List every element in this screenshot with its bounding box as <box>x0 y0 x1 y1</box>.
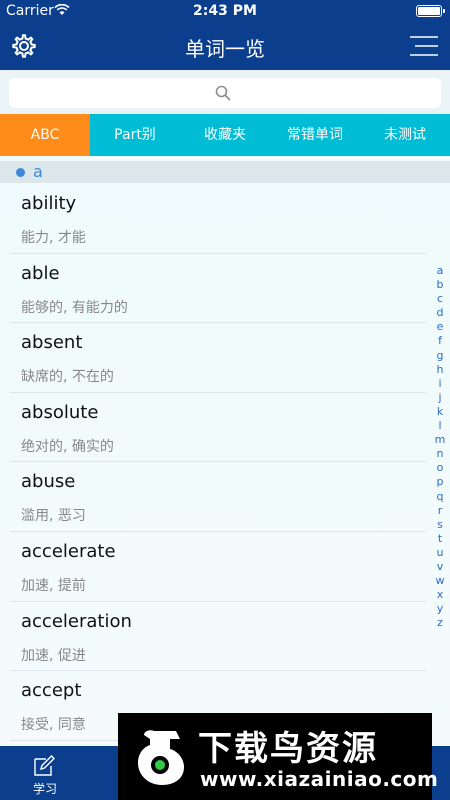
list-item[interactable]: able 能够的, 有能力的 <box>0 254 450 324</box>
index-letter-g[interactable]: g <box>437 349 444 363</box>
index-letter-i[interactable]: i <box>438 377 441 391</box>
word-text: acceleration <box>21 610 132 632</box>
word-meaning: 能够的, 有能力的 <box>21 299 128 316</box>
index-letter-m[interactable]: m <box>435 433 446 447</box>
page-title: 单词一览 <box>185 37 265 61</box>
word-text: absolute <box>21 401 99 423</box>
menu-icon[interactable] <box>410 34 438 58</box>
index-letter-y[interactable]: y <box>437 602 444 616</box>
index-letter-k[interactable]: k <box>437 405 443 419</box>
index-letter-h[interactable]: h <box>437 363 444 377</box>
index-letter-l[interactable]: l <box>438 419 441 433</box>
tab-part[interactable]: Part别 <box>90 114 180 156</box>
word-meaning: 能力, 才能 <box>21 230 86 246</box>
tab-abc[interactable]: ABC <box>0 114 90 156</box>
word-text: able <box>21 262 60 284</box>
index-letter-d[interactable]: d <box>437 306 444 320</box>
index-letter-o[interactable]: o <box>437 461 444 475</box>
word-text: absent <box>21 332 83 354</box>
watermark: 下载鸟资源 www.xiazainiao.com <box>118 713 438 800</box>
nav-bar: 单词一览 <box>0 22 450 70</box>
tab-frequent-errors[interactable]: 常错单词 <box>270 114 360 156</box>
word-list: ability 能力, 才能 able 能够的, 有能力的 absent 缺席的… <box>0 184 450 746</box>
index-letter-v[interactable]: v <box>437 560 444 574</box>
index-letter-u[interactable]: u <box>437 546 444 560</box>
word-meaning: 缺席的, 不在的 <box>21 369 114 386</box>
index-letter-p[interactable]: p <box>437 475 444 489</box>
index-letter-j[interactable]: j <box>438 391 441 405</box>
index-letter-f[interactable]: f <box>438 334 442 348</box>
word-text: ability <box>21 193 77 214</box>
word-meaning: 滥用, 恶习 <box>21 508 86 525</box>
filter-tabs: ABC Part别 收藏夹 常错单词 未测试 <box>0 114 450 156</box>
watermark-site: www.xiazainiao.com <box>200 767 439 791</box>
alphabet-index[interactable]: a b c d e f g h i j k l m n o p q r s t … <box>433 264 447 630</box>
word-text: accelerate <box>21 540 116 562</box>
search-input[interactable] <box>9 78 441 108</box>
tab-study[interactable]: 学习 <box>0 746 90 800</box>
word-meaning: 绝对的, 确实的 <box>21 438 114 455</box>
index-letter-s[interactable]: s <box>437 518 443 532</box>
search-area <box>0 70 450 114</box>
index-letter-t[interactable]: t <box>438 532 442 546</box>
tab-favorites[interactable]: 收藏夹 <box>180 114 270 156</box>
word-meaning: 加速, 促进 <box>21 647 86 664</box>
section-dot <box>16 168 25 177</box>
status-bar: Carrier 2:43 PM <box>0 0 450 22</box>
index-letter-a[interactable]: a <box>437 264 444 278</box>
index-letter-q[interactable]: q <box>437 490 444 504</box>
battery-icon <box>416 5 445 17</box>
list-item[interactable]: accelerate 加速, 提前 <box>0 532 450 602</box>
index-letter-c[interactable]: c <box>437 292 443 306</box>
section-letter: a <box>33 162 43 181</box>
index-letter-n[interactable]: n <box>437 447 444 461</box>
word-text: accept <box>21 680 82 702</box>
watermark-brand: 下载鸟资源 <box>198 729 378 769</box>
clock: 2:43 PM <box>193 3 257 19</box>
index-letter-w[interactable]: w <box>436 574 445 588</box>
list-item[interactable]: ability 能力, 才能 <box>0 184 450 254</box>
pencil-icon <box>34 755 55 776</box>
list-item[interactable]: abuse 滥用, 恶习 <box>0 462 450 532</box>
word-meaning: 接受, 同意 <box>21 717 86 734</box>
word-text: abuse <box>21 471 76 493</box>
index-letter-e[interactable]: e <box>437 320 444 334</box>
list-item[interactable]: absolute 绝对的, 确实的 <box>0 393 450 463</box>
bird-logo-icon <box>138 730 184 785</box>
search-icon <box>215 85 231 101</box>
index-letter-b[interactable]: b <box>437 278 444 292</box>
word-meaning: 加速, 提前 <box>21 577 86 594</box>
section-header: a <box>0 161 450 183</box>
tab-study-label: 学习 <box>32 782 57 796</box>
list-item[interactable]: absent 缺席的, 不在的 <box>0 323 450 393</box>
index-letter-x[interactable]: x <box>437 588 444 602</box>
list-item[interactable]: acceleration 加速, 促进 <box>0 602 450 672</box>
index-letter-z[interactable]: z <box>437 616 443 630</box>
tab-untested[interactable]: 未测试 <box>360 114 450 156</box>
index-letter-r[interactable]: r <box>438 504 443 518</box>
